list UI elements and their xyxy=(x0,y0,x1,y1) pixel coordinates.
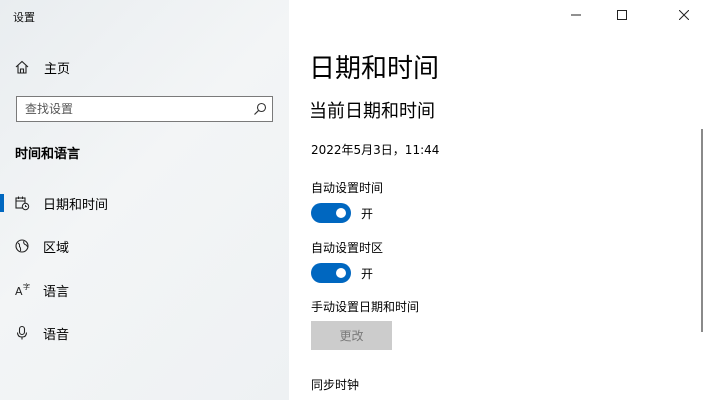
auto-time-setting: 开 xyxy=(311,203,373,223)
globe-icon xyxy=(13,237,31,255)
svg-text:字: 字 xyxy=(23,282,30,291)
toggle-knob xyxy=(336,268,346,278)
sync-clock-title: 同步时钟 xyxy=(311,378,360,392)
sidebar-item-label: 语言 xyxy=(43,284,70,300)
close-icon xyxy=(679,10,689,20)
sidebar-item-home[interactable]: 主页 xyxy=(13,55,70,79)
search-box[interactable] xyxy=(16,96,273,122)
language-icon: A字 xyxy=(13,281,31,299)
auto-timezone-setting: 开 xyxy=(311,263,373,283)
auto-time-state: 开 xyxy=(361,206,374,221)
maximize-icon xyxy=(617,10,627,20)
auto-timezone-toggle[interactable] xyxy=(311,263,351,283)
auto-time-toggle[interactable] xyxy=(311,203,351,223)
toggle-knob xyxy=(336,208,346,218)
auto-timezone-label: 自动设置时区 xyxy=(311,241,384,255)
auto-time-label: 自动设置时间 xyxy=(311,181,384,195)
svg-text:A: A xyxy=(15,285,23,298)
change-button[interactable]: 更改 xyxy=(311,321,392,350)
calendar-clock-icon xyxy=(13,194,31,212)
maximize-button[interactable] xyxy=(599,0,645,30)
main-content: 日期和时间 当前日期和时间 2022年5月3日，11:44 自动设置时间 开 自… xyxy=(289,0,707,400)
section-subtitle: 当前日期和时间 xyxy=(309,101,435,122)
microphone-icon xyxy=(13,324,31,342)
section-title: 时间和语言 xyxy=(15,147,81,162)
selection-indicator xyxy=(0,194,4,212)
sidebar-item-label: 区域 xyxy=(43,240,70,256)
sidebar-item-language[interactable]: A字 语言 xyxy=(0,274,289,306)
sidebar: 设置 主页 时间和语言 日期和时间 区域 A字 语言 xyxy=(0,0,289,400)
manual-datetime-label: 手动设置日期和时间 xyxy=(311,300,420,314)
window-title: 设置 xyxy=(13,11,35,24)
current-datetime: 2022年5月3日，11:44 xyxy=(311,143,440,157)
search-icon[interactable] xyxy=(248,97,272,121)
home-label: 主页 xyxy=(44,61,71,77)
auto-timezone-state: 开 xyxy=(361,266,374,281)
minimize-icon xyxy=(571,14,581,16)
sidebar-item-label: 语音 xyxy=(43,327,70,343)
scrollbar-thumb[interactable] xyxy=(701,129,703,332)
sidebar-item-speech[interactable]: 语音 xyxy=(0,317,289,349)
minimize-button[interactable] xyxy=(553,0,599,30)
page-title: 日期和时间 xyxy=(309,54,440,84)
search-input[interactable] xyxy=(17,101,248,117)
scrollbar[interactable] xyxy=(695,30,707,400)
home-icon xyxy=(13,58,31,76)
sidebar-item-region[interactable]: 区域 xyxy=(0,230,289,262)
close-button[interactable] xyxy=(661,0,707,30)
sidebar-item-date-time[interactable]: 日期和时间 xyxy=(0,187,289,219)
sidebar-item-label: 日期和时间 xyxy=(43,197,109,213)
